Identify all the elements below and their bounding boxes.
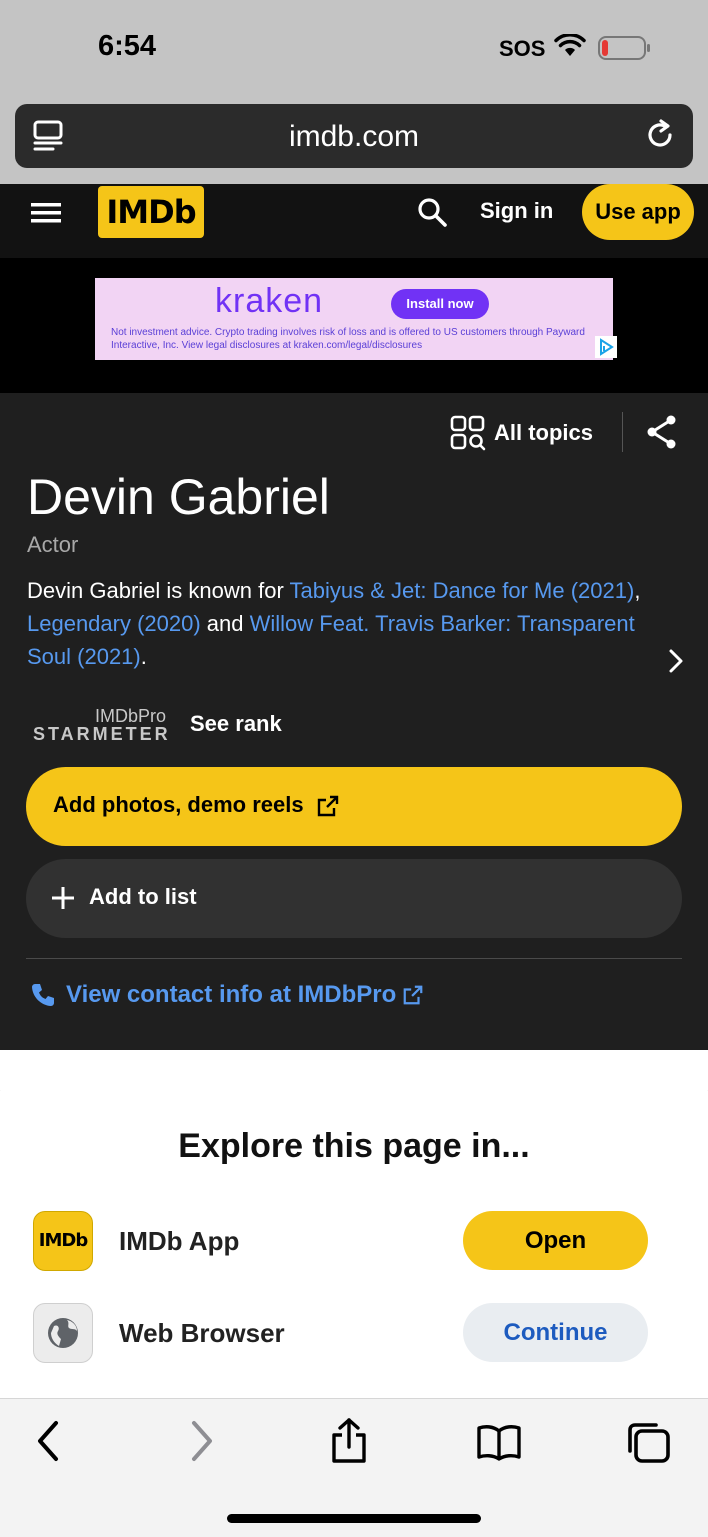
bio-link-legendary[interactable]: Legendary (2020) [27, 611, 201, 636]
web-browser-label: Web Browser [119, 1318, 285, 1348]
person-role: Actor [27, 532, 79, 557]
all-topics-label: All topics [494, 420, 594, 445]
divider [622, 412, 623, 452]
bio-text: . [140, 644, 147, 669]
globe-icon [48, 1318, 78, 1348]
use-app-button[interactable]: Use app [582, 184, 694, 240]
share-up-icon[interactable] [330, 1417, 368, 1465]
bio-text: , [634, 578, 641, 603]
home-indicator [227, 1514, 481, 1523]
all-topics-button[interactable]: All topics [450, 415, 593, 451]
external-link-icon [403, 985, 423, 1005]
address-bar[interactable]: imdb.com [15, 104, 693, 168]
bio-text: and [200, 611, 250, 636]
wifi-icon [554, 34, 586, 56]
bookmarks-icon[interactable] [476, 1423, 522, 1461]
add-photos-button[interactable]: Add photos, demo reels [26, 767, 682, 846]
imdb-logo[interactable]: IMDb [98, 186, 204, 238]
imdb-app-icon: IMDb [33, 1211, 93, 1271]
search-icon[interactable] [416, 196, 448, 228]
ad-brand: kraken [215, 282, 324, 320]
ad-install-button[interactable]: Install now [391, 289, 489, 319]
back-icon[interactable] [34, 1419, 62, 1463]
chevron-right-icon[interactable] [666, 648, 686, 674]
url-text[interactable]: imdb.com [15, 120, 693, 154]
ad-disclaimer: Not investment advice. Crypto trading in… [111, 327, 585, 351]
external-link-icon [317, 795, 339, 817]
add-to-list-button[interactable]: Add to list [26, 859, 682, 938]
status-time: 6:54 [98, 30, 157, 62]
bio-link-tabiyus[interactable]: Tabiyus & Jet: Dance for Me (2021) [290, 578, 635, 603]
contact-info-link[interactable]: View contact info at IMDbPro [30, 981, 424, 1009]
starmeter-bottom: STARMETER [33, 724, 171, 744]
share-icon[interactable] [646, 414, 678, 450]
add-photos-label: Add photos, demo reels [53, 792, 304, 817]
contact-info-label: View contact info at IMDbPro [66, 981, 397, 1008]
bio-text: Devin Gabriel is known for [27, 578, 290, 603]
add-to-list-label: Add to list [89, 884, 197, 909]
person-name: Devin Gabriel [27, 469, 330, 525]
phone-icon [32, 984, 54, 1006]
plus-icon [52, 887, 74, 909]
site-header: IMDb Sign in Use app [0, 184, 708, 258]
divider [26, 958, 682, 959]
tabs-icon[interactable] [626, 1421, 672, 1465]
imdb-app-label: IMDb App [119, 1226, 240, 1256]
battery-icon [598, 36, 650, 60]
web-browser-icon [33, 1303, 93, 1363]
status-carrier: SOS [499, 36, 546, 61]
forward-icon[interactable] [188, 1419, 216, 1463]
open-app-button[interactable]: Open [463, 1211, 648, 1270]
person-bio: Devin Gabriel is known for Tabiyus & Jet… [27, 574, 652, 673]
reload-icon[interactable] [643, 118, 677, 152]
continue-button[interactable]: Continue [463, 1303, 648, 1362]
ad-banner[interactable]: kraken Install now Not investment advice… [95, 278, 613, 360]
sheet-title: Explore this page in... [178, 1127, 530, 1165]
ad-choices-icon[interactable] [595, 336, 617, 358]
menu-icon[interactable] [31, 201, 63, 225]
grid-search-icon [450, 415, 486, 451]
see-rank-link[interactable]: See rank [190, 711, 282, 737]
sign-in-link[interactable]: Sign in [480, 198, 553, 224]
